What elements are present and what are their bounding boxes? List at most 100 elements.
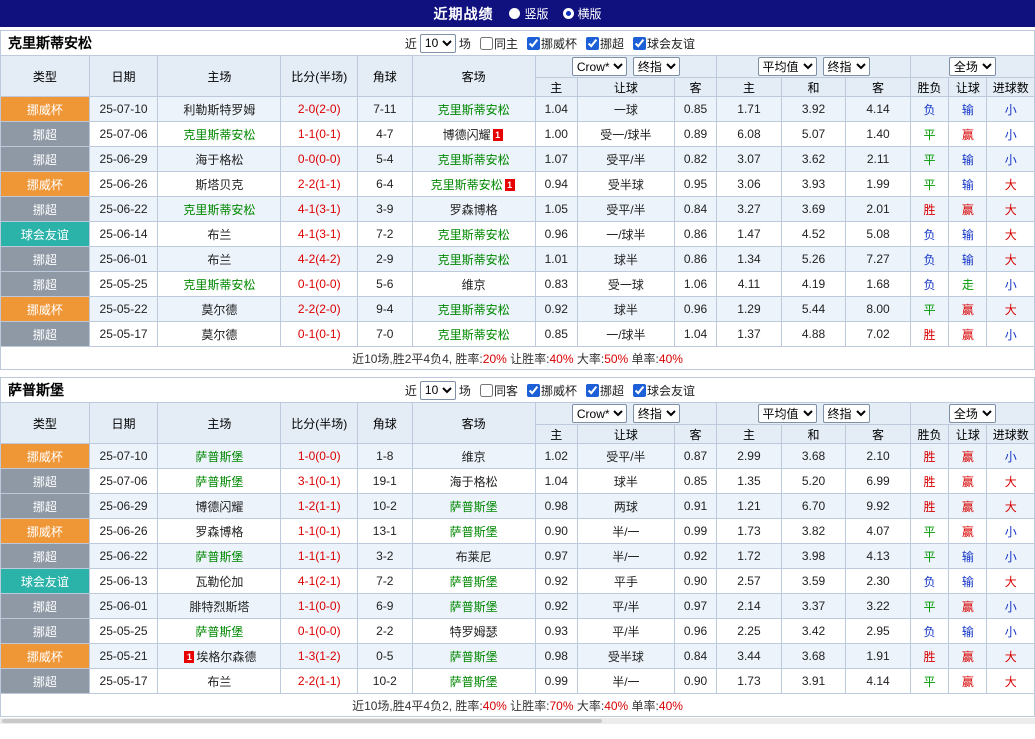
checkbox-input[interactable] <box>585 383 599 397</box>
corners: 6-4 <box>357 171 413 197</box>
result-handicap: 输 <box>948 543 988 569</box>
layout-radio-2[interactable]: 横版 <box>562 5 602 22</box>
checkbox-label: 同主 <box>493 36 518 51</box>
filter-checkbox-同客[interactable]: 同客 <box>479 382 518 399</box>
match-row: 挪超 25-07-06 克里斯蒂安松 1-1(0-1) 4-7 博德闪耀 1 1.00 受一/球… <box>0 121 1035 147</box>
header-select-3-1[interactable]: 全场 <box>948 404 996 423</box>
checkbox-input[interactable] <box>632 383 646 397</box>
checkbox-input[interactable] <box>479 383 493 397</box>
initial-odds-away: 0.87 <box>673 443 718 469</box>
match-row: 挪超 25-05-25 萨普斯堡 0-1(0-0) 2-2 特罗姆瑟 0.93 平/半 0.96… <box>0 618 1035 644</box>
match-count-select[interactable]: 10 <box>419 33 456 53</box>
initial-odds-handicap: 平手 <box>576 568 675 594</box>
average-odds-draw: 5.44 <box>780 296 847 322</box>
away-team: 克里斯蒂安松 <box>411 221 536 247</box>
match-row: 挪超 25-06-29 博德闪耀 1-2(1-1) 10-2 萨普斯堡 0.98 两球 0.91… <box>0 493 1035 519</box>
checkbox-input[interactable] <box>632 36 646 50</box>
result-outcome: 负 <box>909 618 950 644</box>
away-team: 萨普斯堡 <box>411 643 536 669</box>
score: 1-2(1-1) <box>280 493 359 519</box>
average-odds-draw: 3.59 <box>780 568 847 594</box>
result-outcome: 负 <box>909 96 950 122</box>
filter-checkbox-挪威杯[interactable]: 挪威杯 <box>526 382 577 399</box>
initial-odds-home: 1.04 <box>534 96 578 122</box>
filter-checkbox-球会友谊[interactable]: 球会友谊 <box>632 35 695 52</box>
header-select-1-2[interactable]: 终指 <box>632 404 680 423</box>
filter-checkbox-挪超[interactable]: 挪超 <box>585 382 624 399</box>
score: 0-1(0-0) <box>280 271 359 297</box>
sub-col-header: 客 <box>845 424 911 444</box>
header-select-1-2[interactable]: 终指 <box>632 57 680 76</box>
result-outcome: 平 <box>909 146 950 172</box>
away-team-name: 克里斯蒂安松 <box>437 152 510 167</box>
home-team: 克里斯蒂安松 <box>157 121 282 147</box>
match-row: 挪超 25-06-22 萨普斯堡 1-1(1-1) 3-2 布莱尼 0.97 半/一 0.92 1… <box>0 543 1035 569</box>
initial-odds-away: 0.89 <box>673 121 718 147</box>
team-section-2: 萨普斯堡近 10 场同客 挪威杯 挪超 球会友谊 类型 日期 主场 比分(半场) 角球 客场 Crow*… <box>0 377 1035 717</box>
competition-type: 挪超 <box>0 468 90 494</box>
filter-checkbox-挪威杯[interactable]: 挪威杯 <box>526 35 577 52</box>
initial-odds-handicap: 受半球 <box>576 171 675 197</box>
col-header-5: 角球 <box>357 402 413 444</box>
away-team-name: 萨普斯堡 <box>449 599 498 614</box>
match-date: 25-06-26 <box>88 518 159 544</box>
sub-col-header: 胜负 <box>909 424 950 444</box>
sub-col-header: 客 <box>845 77 911 97</box>
header-select-2-2[interactable]: 终指 <box>822 404 870 423</box>
match-count-select[interactable]: 10 <box>419 380 456 400</box>
average-odds-draw: 5.20 <box>780 468 847 494</box>
initial-odds-home: 0.83 <box>534 271 578 297</box>
result-goals: 小 <box>986 321 1035 347</box>
checkbox-input[interactable] <box>479 36 493 50</box>
filter-checkbox-同主[interactable]: 同主 <box>479 35 518 52</box>
result-handicap: 赢 <box>948 468 988 494</box>
results-table: 类型 日期 主场 比分(半场) 角球 客场 Crow* 终指 平均值 终指 全场主让球客主和客胜负让… <box>0 402 1035 717</box>
corners: 7-11 <box>357 96 413 122</box>
initial-odds-home: 0.92 <box>534 568 578 594</box>
average-odds-away: 2.01 <box>845 196 911 222</box>
average-odds-home: 1.47 <box>716 221 782 247</box>
header-select-1-1[interactable]: Crow* <box>571 57 627 76</box>
average-odds-away: 1.91 <box>845 643 911 669</box>
header-select-2-1[interactable]: 平均值 <box>757 404 817 423</box>
recent-results-page: 近期战绩 竖版 横版 克里斯蒂安松近 10 场同主 挪威杯 挪超 球会友谊 类型 日期 主场 比分(… <box>0 0 1035 739</box>
header-select-2-2[interactable]: 终指 <box>822 57 870 76</box>
average-odds-away: 1.40 <box>845 121 911 147</box>
average-odds-away: 9.92 <box>845 493 911 519</box>
home-team-name: 莫尔德 <box>201 302 238 317</box>
checkbox-input[interactable] <box>585 36 599 50</box>
corners: 13-1 <box>357 518 413 544</box>
checkbox-label: 挪超 <box>599 36 624 51</box>
summary-row: 近10场,胜4平4负2, 胜率:40% 让胜率:70% 大率:40% 单率:40… <box>0 693 1035 717</box>
checkbox-input[interactable] <box>526 36 540 50</box>
average-odds-home: 3.44 <box>716 643 782 669</box>
match-row: 挪威杯 25-06-26 斯塔贝克 2-2(1-1) 6-4 克里斯蒂安松 1 0.94 受半球… <box>0 171 1035 197</box>
filter-checkbox-球会友谊[interactable]: 球会友谊 <box>632 382 695 399</box>
result-goals: 小 <box>986 593 1035 619</box>
header-select-3-1[interactable]: 全场 <box>948 57 996 76</box>
average-odds-home: 3.06 <box>716 171 782 197</box>
result-goals: 小 <box>986 146 1035 172</box>
score: 1-1(1-1) <box>280 543 359 569</box>
away-team-name: 海于格松 <box>449 474 498 489</box>
away-team-name: 罗森博格 <box>449 202 498 217</box>
average-odds-away: 2.10 <box>845 443 911 469</box>
filter-checkbox-挪超[interactable]: 挪超 <box>585 35 624 52</box>
result-outcome: 胜 <box>909 196 950 222</box>
checkbox-input[interactable] <box>526 383 540 397</box>
horizontal-scrollbar-thumb[interactable] <box>2 719 603 723</box>
away-team-name: 克里斯蒂安松 <box>437 252 510 267</box>
sub-col-header: 让球 <box>948 424 988 444</box>
home-team: 博德闪耀 <box>157 493 282 519</box>
home-team-name: 瓦勒伦加 <box>195 574 244 589</box>
header-select-1-1[interactable]: Crow* <box>571 404 627 423</box>
home-team-name: 博德闪耀 <box>195 499 244 514</box>
average-odds-away: 2.30 <box>845 568 911 594</box>
header-select-2-1[interactable]: 平均值 <box>757 57 817 76</box>
match-row: 挪威杯 25-05-22 莫尔德 2-2(2-0) 9-4 克里斯蒂安松 0.92 球半 0.9… <box>0 296 1035 322</box>
layout-radio-1[interactable]: 竖版 <box>509 5 549 22</box>
away-team: 克里斯蒂安松 <box>411 321 536 347</box>
horizontal-scrollbar[interactable] <box>0 718 1035 724</box>
away-team-name: 克里斯蒂安松 <box>437 102 510 117</box>
filter-row: 克里斯蒂安松 近 10 场 同主 挪威杯 挪超 球会友谊 <box>0 30 1035 55</box>
